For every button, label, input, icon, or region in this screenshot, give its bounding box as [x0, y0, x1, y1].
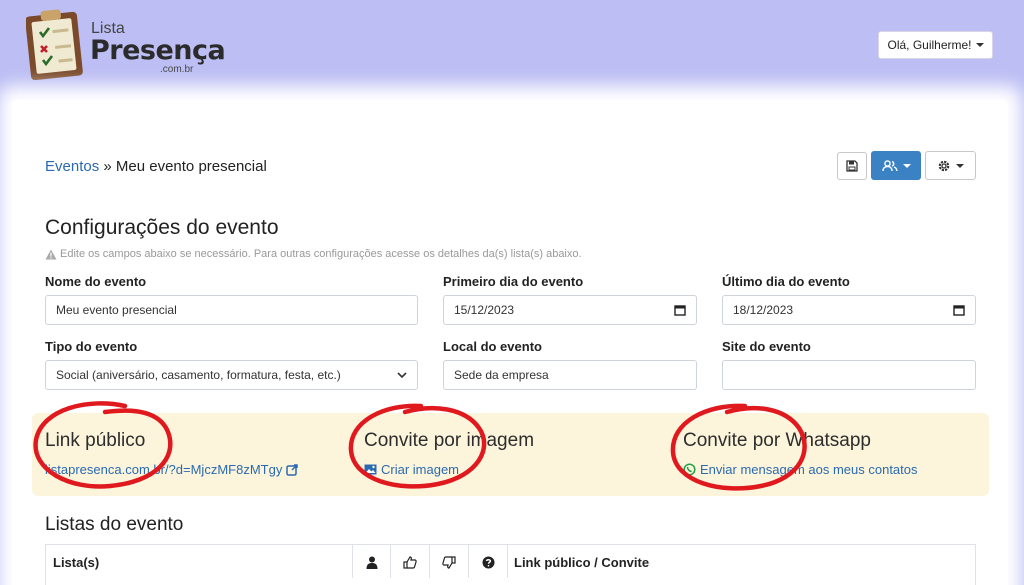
create-image-text: Criar imagem: [381, 462, 460, 477]
public-link-text: listapresenca.com.br/?d=MjczMF8zMTgy: [45, 462, 283, 477]
warning-icon: [45, 249, 57, 259]
users-icon: [881, 159, 897, 171]
table-row[interactable]: [45, 578, 976, 585]
logo-text-big: Presença: [90, 35, 226, 66]
person-icon: [366, 556, 377, 569]
calendar-icon[interactable]: [953, 304, 965, 316]
thumbs-up-icon: [403, 556, 417, 569]
top-bar: Lista Presença .com.br Olá, Guilherme!: [0, 0, 1024, 100]
clipboard-logo-icon: [26, 9, 83, 80]
whatsapp-link[interactable]: Enviar mensagem aos meus contatos: [683, 462, 918, 477]
lists-table-header: Lista(s) Link público / Convite: [45, 544, 977, 580]
gear-icon: [938, 160, 950, 171]
thumbs-down-icon: [442, 556, 456, 569]
image-invite-title: Convite por imagem: [364, 430, 535, 451]
question-circle-icon: [482, 556, 494, 569]
whatsapp-invite-title: Convite por Whatsapp: [683, 430, 871, 451]
location-label: Local do evento: [443, 339, 542, 354]
last-day-value: 18/12/2023: [733, 303, 794, 317]
config-hint: Edite os campos abaixo se necessário. Pa…: [45, 248, 582, 260]
first-day-input[interactable]: 15/12/2023: [443, 295, 697, 325]
breadcrumb-current: Meu evento presencial: [115, 158, 267, 175]
share-panel: [32, 413, 989, 496]
breadcrumb-separator: »: [99, 158, 116, 175]
event-type-value: Social (aniversário, casamento, formatur…: [56, 368, 341, 382]
last-day-label: Último dia do evento: [722, 274, 850, 289]
config-hint-text: Edite os campos abaixo se necessário. Pa…: [60, 248, 582, 260]
public-link[interactable]: listapresenca.com.br/?d=MjczMF8zMTgy: [45, 462, 299, 477]
chevron-down-icon: [956, 163, 964, 168]
whatsapp-link-text: Enviar mensagem aos meus contatos: [700, 462, 918, 477]
col-pending[interactable]: [469, 545, 508, 580]
location-value: Sede da empresa: [454, 368, 549, 382]
event-name-label: Nome do evento: [45, 274, 147, 289]
calendar-icon[interactable]: [674, 304, 686, 316]
breadcrumb: Eventos » Meu evento presencial: [45, 158, 267, 175]
chevron-down-icon: [397, 371, 407, 378]
event-type-select[interactable]: Social (aniversário, casamento, formatur…: [45, 360, 418, 390]
location-input[interactable]: Sede da empresa: [443, 360, 697, 390]
config-section-title: Configurações do evento: [45, 216, 279, 239]
image-icon: [364, 464, 377, 475]
event-name-value: Meu evento presencial: [56, 303, 177, 317]
first-day-label: Primeiro dia do evento: [443, 274, 584, 289]
site-input[interactable]: [722, 360, 976, 390]
logo[interactable]: Lista Presença .com.br: [26, 8, 226, 82]
logo-text-domain: .com.br: [160, 64, 194, 75]
chevron-down-icon: [902, 163, 911, 168]
last-day-input[interactable]: 18/12/2023: [722, 295, 976, 325]
settings-menu-button[interactable]: [925, 151, 976, 180]
external-link-icon: [286, 463, 299, 476]
col-lista[interactable]: Lista(s): [46, 545, 353, 580]
whatsapp-icon: [683, 463, 696, 476]
create-image-link[interactable]: Criar imagem: [364, 462, 459, 477]
col-declined[interactable]: [430, 545, 469, 580]
lists-section-title: Listas do evento: [45, 514, 184, 535]
save-button[interactable]: [837, 152, 867, 180]
user-menu-button[interactable]: Olá, Guilherme!: [878, 31, 993, 59]
event-type-label: Tipo do evento: [45, 339, 138, 354]
chevron-down-icon: [975, 43, 984, 47]
event-name-input[interactable]: Meu evento presencial: [45, 295, 418, 325]
public-link-title: Link público: [45, 430, 146, 451]
users-menu-button[interactable]: [871, 151, 921, 180]
user-menu-label: Olá, Guilherme!: [887, 38, 972, 52]
site-label: Site do evento: [722, 339, 811, 354]
col-confirmed[interactable]: [391, 545, 430, 580]
col-public-link[interactable]: Link público / Convite: [508, 545, 977, 580]
col-guests[interactable]: [353, 545, 391, 580]
floppy-disk-icon: [846, 160, 858, 172]
first-day-value: 15/12/2023: [454, 303, 515, 317]
breadcrumb-eventos-link[interactable]: Eventos: [45, 158, 99, 175]
